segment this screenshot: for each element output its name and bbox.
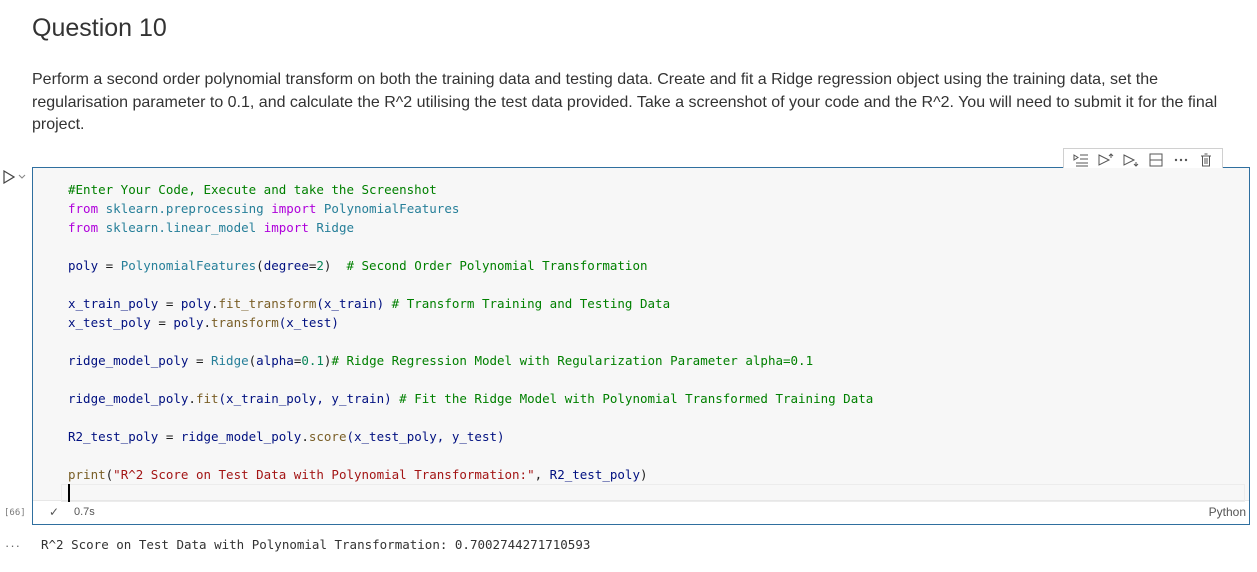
code-line: from sklearn.linear_model import Ridge xyxy=(68,218,873,237)
code-paren: ) xyxy=(639,467,648,482)
code-variable: R2_test_poly xyxy=(68,429,159,444)
code-argument: degree xyxy=(263,258,309,273)
code-arguments: (x_train) xyxy=(316,296,392,311)
code-dot: . xyxy=(203,315,212,330)
code-variable: ridge_model_poly xyxy=(180,429,302,444)
code-comment: #Enter Your Code, Execute and take the S… xyxy=(68,182,437,197)
code-line: print("R^2 Score on Test Data with Polyn… xyxy=(68,465,873,484)
code-function: transform xyxy=(211,315,279,330)
more-icon[interactable] xyxy=(1172,151,1190,169)
code-dot: . xyxy=(301,429,309,444)
code-comment: # Ridge Regression Model with Regulariza… xyxy=(331,353,814,368)
code-class: PolynomialFeatures xyxy=(323,201,460,216)
code-cell[interactable]: #Enter Your Code, Execute and take the S… xyxy=(4,148,1250,525)
code-class: PolynomialFeatures xyxy=(120,258,257,273)
code-comment: # Transform Training and Testing Data xyxy=(391,296,671,311)
code-comma: , xyxy=(534,467,550,482)
code-variable: poly xyxy=(180,296,211,311)
code-keyword: import xyxy=(263,220,309,235)
execution-time: 0.7s xyxy=(74,506,95,518)
code-variable: ridge_model_poly xyxy=(68,353,189,368)
code-arguments: (x_train_poly, y_train) xyxy=(218,391,400,406)
code-string: "R^2 Score on Test Data with Polynomial … xyxy=(113,467,535,482)
code-comment: # Second Order Polynomial Transformation xyxy=(346,258,648,273)
code-line: ridge_model_poly.fit(x_train_poly, y_tra… xyxy=(68,389,873,408)
code-function: fit_transform xyxy=(218,296,317,311)
code-function: print xyxy=(68,467,106,482)
code-operator: = xyxy=(188,353,211,368)
code-variable: x_test_poly xyxy=(68,315,151,330)
code-line: #Enter Your Code, Execute and take the S… xyxy=(68,180,873,199)
code-module: sklearn.linear_model xyxy=(105,220,257,235)
code-keyword: from xyxy=(68,201,99,216)
code-variable: R2_test_poly xyxy=(549,467,640,482)
code-class: Ridge xyxy=(316,220,355,235)
chevron-down-icon[interactable] xyxy=(18,173,26,182)
cell-output: R^2 Score on Test Data with Polynomial T… xyxy=(41,537,591,552)
code-dot: . xyxy=(188,391,196,406)
run-by-line-icon[interactable] xyxy=(1072,151,1090,169)
code-keyword: import xyxy=(271,201,317,216)
code-operator: = xyxy=(98,258,121,273)
code-argument: alpha xyxy=(256,353,294,368)
code-paren: ( xyxy=(256,258,264,273)
code-operator: = xyxy=(158,429,181,444)
code-arguments: (x_test_poly, y_test) xyxy=(346,429,505,444)
code-variable: ridge_model_poly xyxy=(68,391,189,406)
delete-icon[interactable] xyxy=(1197,151,1215,169)
code-variable: poly xyxy=(68,258,99,273)
code-dot: . xyxy=(211,296,219,311)
output-more-icon[interactable]: ··· xyxy=(5,538,21,553)
execution-count: [66] xyxy=(4,508,26,518)
code-class: Ridge xyxy=(211,353,249,368)
code-arguments: (x_test) xyxy=(278,315,339,330)
code-function: fit xyxy=(195,391,219,406)
cell-language-label[interactable]: Python xyxy=(1209,505,1246,519)
code-keyword: from xyxy=(68,220,99,235)
code-line: ridge_model_poly = Ridge(alpha=0.1)# Rid… xyxy=(68,351,873,370)
code-paren: ) xyxy=(323,258,347,273)
code-variable: poly xyxy=(173,315,204,330)
check-icon: ✓ xyxy=(49,505,60,519)
code-line: R2_test_poly = ridge_model_poly.score(x_… xyxy=(68,427,873,446)
code-line: poly = PolynomialFeatures(degree=2) # Se… xyxy=(68,256,873,275)
code-number: 0.1 xyxy=(301,353,324,368)
code-operator: = xyxy=(158,296,181,311)
code-line: from sklearn.preprocessing import Polyno… xyxy=(68,199,873,218)
code-variable: x_train_poly xyxy=(68,296,159,311)
code-number: 2 xyxy=(316,258,324,273)
code-line: x_train_poly = poly.fit_transform(x_trai… xyxy=(68,294,873,313)
execute-below-icon[interactable] xyxy=(1122,151,1140,169)
split-cell-icon[interactable] xyxy=(1147,151,1165,169)
code-line: x_test_poly = poly.transform(x_test) xyxy=(68,313,873,332)
code-block[interactable]: #Enter Your Code, Execute and take the S… xyxy=(68,180,873,484)
code-comment: # Fit the Ridge Model with Polynomial Tr… xyxy=(399,391,874,406)
question-title: Question 10 xyxy=(32,14,167,42)
code-editor[interactable]: #Enter Your Code, Execute and take the S… xyxy=(33,168,1249,502)
code-operator: = xyxy=(150,315,174,330)
question-text: Perform a second order polynomial transf… xyxy=(32,71,1218,133)
run-cell-area[interactable] xyxy=(2,169,26,185)
cell-status-bar: [66] ✓ 0.7s Python xyxy=(4,499,1249,524)
execute-above-icon[interactable] xyxy=(1097,151,1115,169)
code-function: score xyxy=(308,429,347,444)
code-module: sklearn.preprocessing xyxy=(105,201,264,216)
run-icon[interactable] xyxy=(2,169,16,185)
